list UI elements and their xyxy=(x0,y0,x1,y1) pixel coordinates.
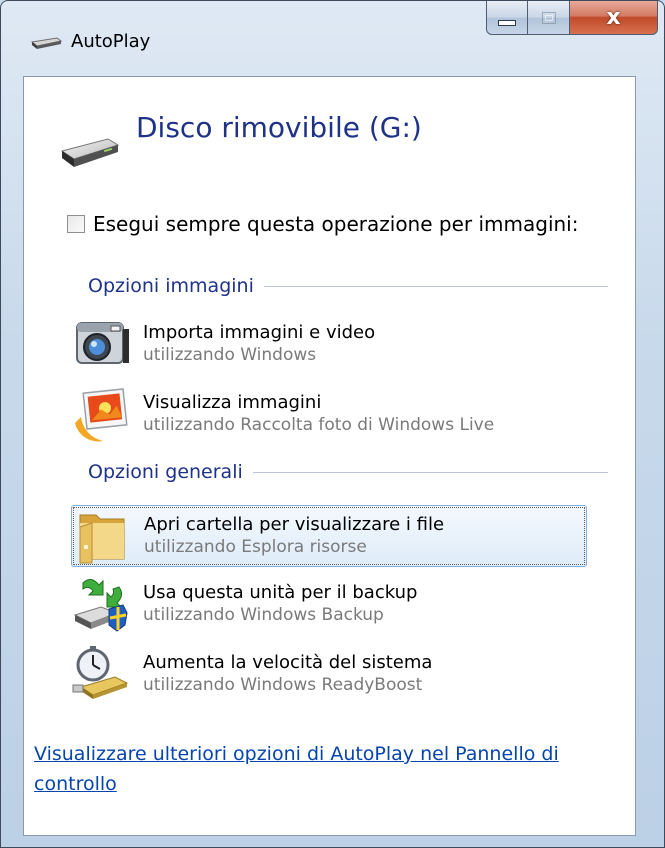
photo-gallery-icon xyxy=(71,383,133,445)
maximize-icon xyxy=(541,11,556,24)
backup-icon xyxy=(71,573,133,635)
option-title: Aumenta la velocità del sistema xyxy=(143,652,433,673)
folder-icon xyxy=(72,505,134,567)
close-button[interactable]: x xyxy=(570,1,658,35)
option-subtitle: utilizzando Esplora risorse xyxy=(144,537,367,557)
minimize-icon xyxy=(498,19,516,26)
option-subtitle: utilizzando Windows xyxy=(143,345,317,365)
caption-buttons: x xyxy=(486,1,658,35)
option-title: Apri cartella per visualizzare i file xyxy=(144,514,445,535)
option-subtitle: utilizzando Windows Backup xyxy=(143,605,384,625)
section-divider xyxy=(252,471,608,473)
more-autoplay-options-link[interactable]: Visualizzare ulteriori opzioni di AutoPl… xyxy=(34,739,634,799)
dialog-content: Disco rimovibile (G:) Esegui sempre ques… xyxy=(23,76,636,836)
section-general-options: Opzioni generali xyxy=(88,461,608,483)
option-subtitle: utilizzando Raccolta foto di Windows Liv… xyxy=(143,415,495,435)
maximize-button[interactable] xyxy=(528,1,570,35)
readyboost-icon xyxy=(71,643,133,705)
section-label: Opzioni immagini xyxy=(88,275,254,297)
always-do-this-row[interactable]: Esegui sempre questa operazione per imma… xyxy=(67,212,578,236)
section-divider xyxy=(263,285,608,287)
option-title: Usa questa unità per il backup xyxy=(143,582,418,603)
always-checkbox[interactable] xyxy=(67,215,85,233)
option-title: Importa immagini e video xyxy=(143,322,376,343)
option-title: Visualizza immagini xyxy=(143,392,322,413)
section-picture-options: Opzioni immagini xyxy=(88,275,608,297)
removable-drive-icon xyxy=(60,135,120,175)
option-readyboost[interactable]: Aumenta la velocità del sistema utilizza… xyxy=(71,643,587,705)
option-subtitle: utilizzando Windows ReadyBoost xyxy=(143,675,423,695)
option-import-pictures[interactable]: Importa immagini e video utilizzando Win… xyxy=(71,313,587,375)
drive-icon xyxy=(29,35,63,55)
minimize-button[interactable] xyxy=(486,1,528,35)
option-open-folder[interactable]: Apri cartella per visualizzare i file ut… xyxy=(71,505,587,567)
option-view-pictures[interactable]: Visualizza immagini utilizzando Raccolta… xyxy=(71,383,587,445)
autoplay-window: AutoPlay x Disco rimovibile (G:) Esegui … xyxy=(0,0,665,848)
section-label: Opzioni generali xyxy=(88,461,243,483)
title-bar[interactable]: AutoPlay x xyxy=(1,1,664,76)
device-title: Disco rimovibile (G:) xyxy=(136,111,422,144)
always-label: Esegui sempre questa operazione per imma… xyxy=(93,212,579,236)
close-icon: x xyxy=(606,4,621,30)
option-backup[interactable]: Usa questa unità per il backup utilizzan… xyxy=(71,573,587,635)
camera-icon xyxy=(71,313,133,375)
window-title: AutoPlay xyxy=(71,31,151,52)
